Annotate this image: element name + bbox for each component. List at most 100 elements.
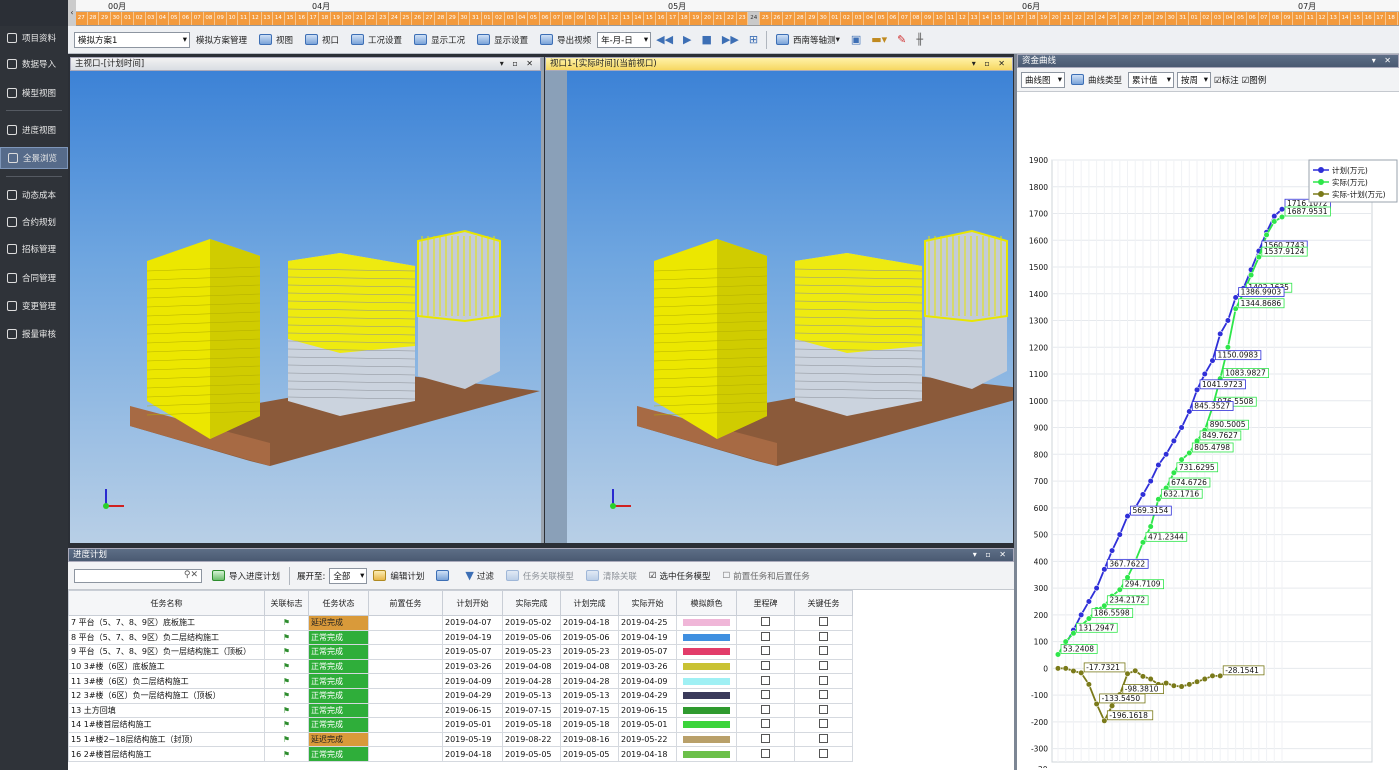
table-row[interactable]: 12 3#楼（6区）负一层结构施工（顶板） ⚑ 正常完成 2019-04-29 2019…: [68, 687, 853, 704]
timeline-day[interactable]: 11: [1305, 12, 1317, 25]
period-select[interactable]: 按周 ▾: [1177, 71, 1212, 88]
timeline-day[interactable]: 12: [250, 12, 262, 25]
timeline-day[interactable]: 10: [1293, 12, 1305, 25]
data-point[interactable]: [1278, 213, 1286, 221]
plan-finish-cell[interactable]: 2019-04-18: [560, 615, 619, 631]
timeline-day[interactable]: 16: [656, 12, 668, 25]
predecessor-cell[interactable]: [368, 702, 443, 719]
sidebar-item[interactable]: 招标管理: [0, 238, 68, 260]
timeline-day[interactable]: 22: [725, 12, 737, 25]
timeline-day[interactable]: 13: [262, 12, 274, 25]
timeline-bar[interactable]: ‹ 00月 04月 05月 06月 07月 27 28 29 30 01 02 03 04 05 06 07…: [68, 0, 1399, 26]
data-point[interactable]: [1186, 449, 1193, 457]
cumulative-select[interactable]: 累计值 ▾: [1128, 71, 1175, 88]
timeline-day[interactable]: 09: [922, 12, 934, 25]
viewport-splitter[interactable]: [541, 57, 544, 543]
timeline-day[interactable]: 20: [1050, 12, 1062, 25]
actual-start-cell[interactable]: 2019-04-18: [618, 746, 677, 762]
data-point[interactable]: [1116, 586, 1123, 593]
data-point[interactable]: [1139, 673, 1147, 680]
table-row[interactable]: 9 平台（5、7、8、9区）负一层结构施工（顶板） ⚑ 正常完成 2019-05-07…: [68, 644, 853, 660]
label-checkbox[interactable]: ☑标注: [1214, 74, 1239, 86]
actual-finish-cell[interactable]: 2019-05-23: [502, 644, 561, 660]
timeline-day[interactable]: 29: [447, 12, 459, 25]
critical-checkbox[interactable]: [794, 658, 853, 675]
actual-finish-cell[interactable]: 2019-05-18: [502, 717, 561, 733]
data-point[interactable]: [1178, 456, 1185, 463]
milestone-checkbox[interactable]: [736, 731, 795, 748]
sim-color-cell[interactable]: [676, 644, 737, 660]
predecessor-cell[interactable]: [368, 644, 443, 660]
data-point[interactable]: [1271, 213, 1278, 220]
column-header[interactable]: 前置任务: [368, 590, 443, 616]
plan-finish-cell[interactable]: 2019-07-15: [560, 702, 619, 719]
data-point[interactable]: [1178, 424, 1185, 431]
data-point[interactable]: [1248, 271, 1255, 279]
data-point[interactable]: [1132, 667, 1139, 674]
timeline-day[interactable]: 20: [343, 12, 355, 25]
milestone-checkbox[interactable]: [736, 717, 795, 733]
view-angle-button[interactable]: 西南等轴测 ▾: [770, 29, 846, 51]
display-settings-button[interactable]: 显示设置: [471, 29, 534, 51]
predecessor-cell[interactable]: [368, 731, 443, 748]
data-point[interactable]: [1093, 700, 1100, 708]
curve-type-button[interactable]: 曲线类型: [1068, 69, 1125, 91]
critical-checkbox[interactable]: [794, 629, 853, 646]
data-point[interactable]: [1155, 461, 1162, 469]
actual-finish-cell[interactable]: 2019-08-22: [502, 731, 561, 748]
column-header[interactable]: 关键任务: [794, 590, 853, 616]
viewport-button[interactable]: 视口: [299, 29, 345, 51]
sidebar-item[interactable]: 进度视图: [0, 119, 68, 141]
timeline-day[interactable]: 30: [1166, 12, 1178, 25]
data-point[interactable]: [1163, 451, 1170, 458]
data-point[interactable]: [1101, 566, 1108, 573]
timeline-day[interactable]: 01: [830, 12, 842, 25]
timeline-day[interactable]: 21: [354, 12, 366, 25]
view-button[interactable]: 视图: [253, 29, 299, 51]
ruler-icon[interactable]: ▬▾: [866, 33, 892, 46]
timeline-day[interactable]: 07: [899, 12, 911, 25]
data-point[interactable]: [1217, 330, 1224, 338]
milestone-checkbox[interactable]: [736, 702, 795, 719]
sim-color-cell[interactable]: [676, 658, 737, 675]
schedule-search-input[interactable]: ⚲✕: [74, 568, 202, 583]
task-name-cell[interactable]: 11 3#楼（6区）负二层结构施工: [68, 673, 265, 689]
data-point[interactable]: [1201, 675, 1208, 683]
timeline-day[interactable]: 14: [633, 12, 645, 25]
timeline-day[interactable]: 20: [702, 12, 714, 25]
timeline-day[interactable]: 19: [331, 12, 343, 25]
data-point[interactable]: [1170, 469, 1177, 476]
current-viewport-3d[interactable]: [545, 71, 1047, 543]
timeline-day[interactable]: 01: [1189, 12, 1201, 25]
date-format-select[interactable]: 年-月-日 ▾: [597, 31, 652, 48]
data-point[interactable]: [1078, 669, 1085, 677]
sidebar-item[interactable]: 数据导入: [0, 53, 68, 75]
timeline-days[interactable]: 27 28 29 30 01 02 03 04 05 06 07 08 09 10 11 12 13 14 15 16…: [76, 12, 1399, 25]
data-point[interactable]: [1124, 670, 1131, 677]
plan-start-cell[interactable]: 2019-04-09: [442, 673, 503, 689]
plan-start-cell[interactable]: 2019-05-07: [442, 644, 503, 660]
actual-start-cell[interactable]: 2019-04-19: [618, 629, 677, 646]
actual-finish-cell[interactable]: 2019-07-15: [502, 702, 561, 719]
timeline-day[interactable]: 15: [1351, 12, 1363, 25]
data-point[interactable]: [1078, 611, 1085, 618]
table-row[interactable]: 16 2#楼首层结构施工 ⚑ 正常完成 2019-04-18 2019-05-05 201…: [68, 746, 853, 762]
export-video-button[interactable]: 导出视频: [534, 29, 597, 51]
timeline-day[interactable]: 09: [215, 12, 227, 25]
actual-finish-cell[interactable]: 2019-04-08: [502, 658, 561, 675]
schedule-view-button[interactable]: [430, 565, 459, 587]
actual-start-cell[interactable]: 2019-04-29: [618, 687, 677, 704]
data-point[interactable]: [1147, 675, 1154, 683]
column-header[interactable]: 计划完成: [560, 590, 619, 616]
data-point[interactable]: [1278, 206, 1286, 213]
timeline-day[interactable]: 11: [238, 12, 250, 25]
predecessor-cell[interactable]: [368, 658, 443, 675]
predecessor-cell[interactable]: [368, 629, 443, 646]
timeline-day[interactable]: 04: [864, 12, 876, 25]
screenshot-icon[interactable]: ▣: [846, 33, 866, 46]
timeline-day[interactable]: 25: [401, 12, 413, 25]
timeline-day[interactable]: 10: [227, 12, 239, 25]
network-icon[interactable]: ⊞: [744, 33, 763, 46]
timeline-day[interactable]: 02: [841, 12, 853, 25]
timeline-day[interactable]: 13: [621, 12, 633, 25]
